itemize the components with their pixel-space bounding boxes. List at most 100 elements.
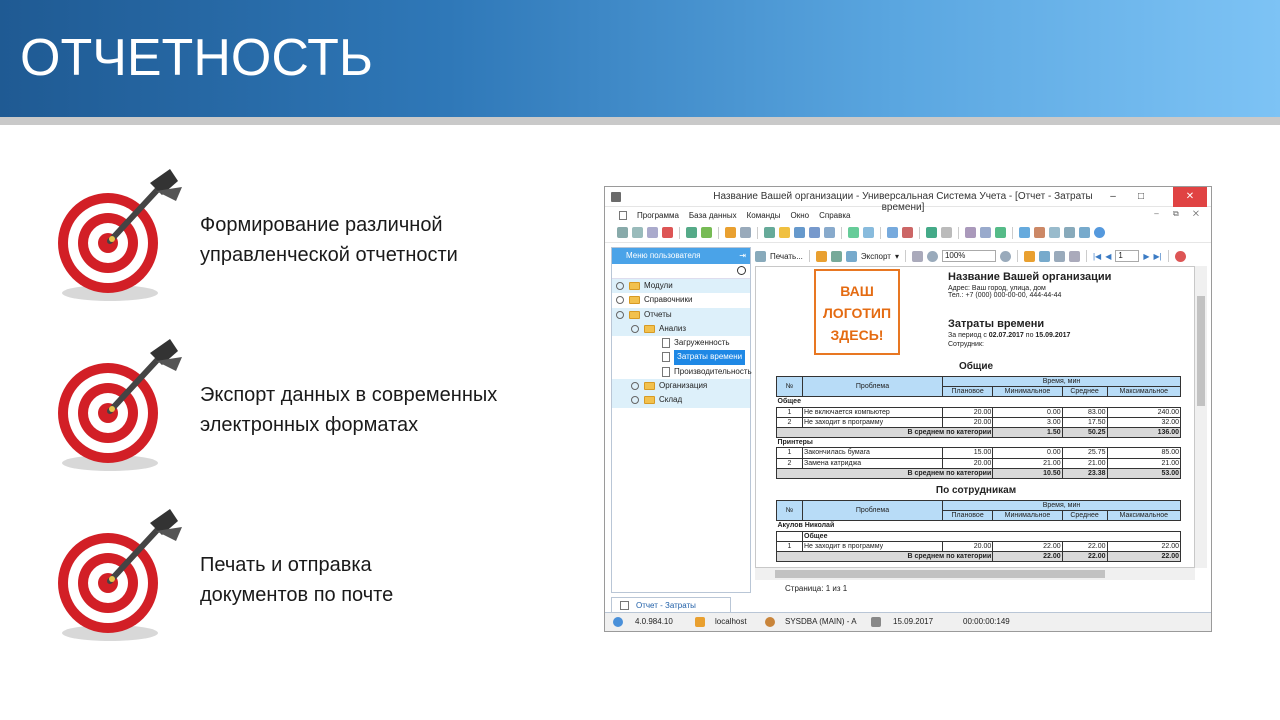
tree-icon[interactable] [848,227,859,238]
thumbnails-icon[interactable] [1038,250,1050,262]
filter-icon[interactable] [725,227,736,238]
new-icon[interactable] [617,227,628,238]
horizontal-scrollbar[interactable] [755,568,1195,580]
logo-line: ВАШ [840,283,874,299]
pin-icon[interactable]: ⇥ [739,248,746,264]
tree-item[interactable]: Загруженность [612,336,750,350]
vertical-scrollbar[interactable] [1195,266,1207,568]
expand-icon[interactable] [616,310,624,319]
tree-item[interactable]: Модули [612,279,750,294]
prev-page-icon[interactable]: ◀ [1105,252,1111,261]
next-page-icon[interactable]: ▶ [1143,252,1149,261]
note-icon[interactable] [779,227,790,238]
expand-icon[interactable] [631,324,639,333]
table-row: 1 Не заходит в программу 20.00 22.00 22.00 22… [776,540,1182,552]
save-icon[interactable] [647,227,658,238]
share-icon[interactable] [1079,227,1090,238]
tree-item[interactable]: Справочники [612,293,750,307]
page-setup-icon[interactable] [911,250,923,262]
tree-item[interactable]: Затраты времени [612,350,750,365]
print-button[interactable]: Печать... [770,252,803,261]
logout-icon[interactable] [1034,227,1045,238]
tree-item[interactable]: Отчеты [612,307,750,322]
grid-icon[interactable] [863,227,874,238]
maximize-button[interactable]: □ [1127,187,1155,207]
menu-help[interactable]: Справка [817,211,852,220]
page-icon[interactable] [1053,250,1065,262]
zoom-in-icon[interactable] [999,250,1011,262]
export-icon[interactable] [809,227,820,238]
open-icon[interactable] [815,250,827,262]
app-window: Название Вашей организации - Универсальн… [604,186,1212,632]
close-button[interactable]: ✕ [1173,187,1207,207]
menu-search[interactable] [612,264,750,279]
mdi-controls[interactable]: – ⧉ ✕ [1154,209,1205,219]
user-icon [765,617,775,627]
save-icon[interactable] [830,250,842,262]
expand-icon[interactable] [616,282,624,290]
expand-icon[interactable] [631,396,639,405]
delete-icon[interactable] [662,227,673,238]
period-from: 02.07.2017 [988,332,1024,339]
first-page-icon[interactable]: |◀ [1093,252,1101,261]
export-icon[interactable] [845,250,857,262]
expand-icon[interactable] [616,296,624,305]
export-button[interactable]: Экспорт [861,252,891,261]
refresh-icon[interactable] [686,227,697,238]
print-icon[interactable] [1064,227,1075,238]
sync-icon[interactable] [701,227,712,238]
zoom-select[interactable]: 100% [941,250,996,262]
settings-icon[interactable] [980,227,991,238]
calendar-icon[interactable] [1049,227,1060,238]
menu-database[interactable]: База данных [687,211,739,220]
document-tab[interactable]: Отчет - Затраты времени [611,597,731,625]
tree-item[interactable]: Анализ [612,321,750,337]
info-icon [613,617,623,627]
import-icon[interactable] [794,227,805,238]
page-number-input[interactable]: 1 [1115,250,1140,262]
menu-commands[interactable]: Команды [745,211,783,220]
toolbar-separator [718,226,719,239]
find-icon[interactable] [740,227,751,238]
tree-item-label: Организация [659,381,708,391]
chevron-down-icon[interactable]: ▾ [895,252,899,261]
summary-row: В среднем по категории 22.00 22.00 22.00 [775,550,1182,563]
col-avg-header: Среднее [1061,386,1108,398]
search-icon[interactable] [737,266,746,275]
table-icon[interactable] [824,227,835,238]
move-icon[interactable] [764,227,775,238]
zoom-out-icon[interactable] [926,250,938,262]
info-icon[interactable] [1094,227,1105,238]
col-time-header: Время, мин [942,499,1181,512]
table-green-icon[interactable] [995,227,1006,238]
last-page-icon[interactable]: ▶| [1154,252,1162,261]
excel-icon[interactable] [926,227,937,238]
menu-window[interactable]: Окно [788,211,811,220]
minimize-button[interactable]: – [1099,187,1127,207]
tree-item[interactable]: Производительность [612,365,752,379]
report-employee: Сотрудник: [948,341,984,348]
copy-icon[interactable] [632,227,643,238]
edit-icon[interactable] [1068,250,1080,262]
bullet-line: Экспорт данных в современных [200,384,498,406]
tree-item[interactable]: Организация [612,379,750,394]
report-icon [620,601,629,610]
disabled-icon[interactable] [941,227,952,238]
cell-problem: Не включается компьютер [802,406,943,418]
scroll-thumb[interactable] [775,570,1105,578]
menu-program[interactable]: Программа [635,211,681,220]
tree-view-icon[interactable] [1023,250,1035,262]
scroll-thumb[interactable] [1197,296,1205,406]
target-dart-icon [58,169,182,301]
tree-item[interactable]: Склад [612,393,750,408]
tree-item-label: Склад [659,395,683,405]
tools-icon[interactable] [965,227,976,238]
users-icon[interactable] [1019,227,1030,238]
close-report-icon[interactable] [1174,250,1186,262]
expand-icon[interactable] [631,382,639,391]
window-icon[interactable] [887,227,898,238]
report-icon [662,338,670,349]
print-icon[interactable] [755,250,766,262]
close-doc-icon[interactable] [902,227,913,238]
subgroup-label: Общее [802,530,1181,542]
